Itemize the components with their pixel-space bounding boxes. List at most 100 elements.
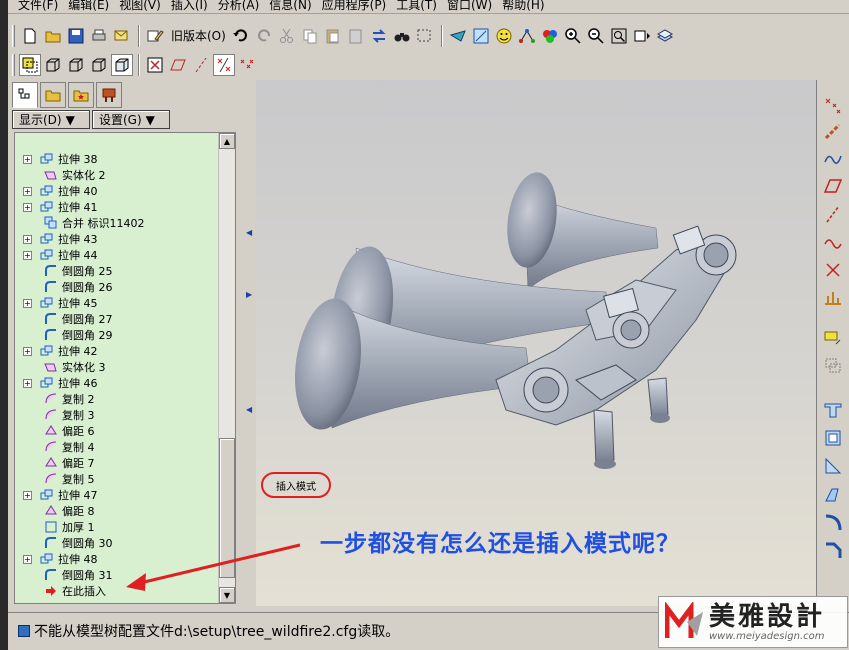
scroll-thumb[interactable] — [219, 438, 235, 578]
expand-icon[interactable]: + — [23, 554, 32, 564]
find-button[interactable] — [391, 25, 413, 47]
expand-icon[interactable]: + — [23, 202, 32, 212]
tree-item[interactable]: + 拉伸 44 — [15, 247, 215, 263]
graphics-window[interactable]: 插入模式 一步都没有怎么还是插入模式呢？ — [256, 80, 816, 606]
show-dropdown[interactable]: 显示(D) ▼ — [12, 110, 90, 129]
rib-tool[interactable] — [821, 454, 845, 478]
tab-connections[interactable] — [96, 82, 122, 108]
tree-item[interactable]: + 拉伸 43 — [15, 231, 215, 247]
expand-icon[interactable]: + — [23, 154, 32, 164]
menu-item[interactable]: 视图(V) — [115, 0, 165, 13]
menu-item[interactable]: 帮助(H) — [498, 0, 548, 13]
tree-item[interactable]: + 拉伸 46 — [15, 375, 215, 391]
menu-item[interactable]: 文件(F) — [14, 0, 62, 13]
menu-item[interactable]: 信息(N) — [265, 0, 315, 13]
view-orient-button[interactable] — [470, 25, 492, 47]
refit-button[interactable] — [608, 25, 630, 47]
insert-here-marker[interactable]: 在此插入 — [15, 583, 215, 599]
tree-item[interactable]: 偏距 8 — [15, 503, 215, 519]
open-file-button[interactable] — [42, 25, 64, 47]
tree-item[interactable]: + 拉伸 48 — [15, 551, 215, 567]
menu-item[interactable]: 窗口(W) — [443, 0, 496, 13]
redo-button[interactable] — [253, 25, 275, 47]
tree-item[interactable]: 倒圆角 30 — [15, 535, 215, 551]
collapse-arrow-icon[interactable]: ◀ — [246, 405, 252, 414]
chain-tool[interactable] — [821, 120, 845, 144]
datum-display-button[interactable] — [516, 25, 538, 47]
select-box-button[interactable] — [414, 25, 436, 47]
tree-item[interactable]: 合并 标识11402 — [15, 215, 215, 231]
tree-item[interactable]: 倒圆角 31 — [15, 567, 215, 583]
new-file-button[interactable] — [19, 25, 41, 47]
copy-button[interactable] — [299, 25, 321, 47]
menu-item[interactable]: 分析(A) — [214, 0, 264, 13]
shading-button[interactable] — [111, 53, 133, 76]
expand-icon[interactable]: + — [23, 234, 32, 244]
expand-icon[interactable]: + — [23, 490, 32, 500]
tree-item[interactable]: + 拉伸 38 — [15, 151, 215, 167]
draft-tool[interactable] — [821, 482, 845, 506]
model-tree-scrollbar[interactable]: ▲ ▼ — [218, 133, 235, 603]
zoom-in-button[interactable] — [562, 25, 584, 47]
saved-views-button[interactable] — [631, 25, 653, 47]
datum-planes-button[interactable] — [144, 54, 166, 76]
curve-tool[interactable] — [821, 146, 845, 170]
expand-icon[interactable]: + — [23, 250, 32, 260]
sketch-curve-tool[interactable] — [821, 230, 845, 254]
tab-favorites[interactable] — [68, 82, 94, 108]
color-button[interactable] — [539, 25, 561, 47]
print-button[interactable] — [88, 25, 110, 47]
menu-item[interactable]: 插入(I) — [167, 0, 212, 13]
tree-item[interactable]: 倒圆角 25 — [15, 263, 215, 279]
expand-icon[interactable]: + — [23, 298, 32, 308]
regenerate-model-button[interactable] — [368, 25, 390, 47]
menu-item[interactable]: 应用程序(P) — [318, 0, 391, 13]
tree-item[interactable]: 加厚 1 — [15, 519, 215, 535]
scroll-down-button[interactable]: ▼ — [219, 587, 235, 603]
tree-item[interactable]: + 拉伸 45 — [15, 295, 215, 311]
menu-item[interactable]: 工具(T) — [392, 0, 441, 13]
datum-axes-button[interactable] — [167, 54, 189, 76]
paste-special-button[interactable] — [345, 25, 367, 47]
tree-item[interactable]: 倒圆角 26 — [15, 279, 215, 295]
layer-button[interactable] — [654, 25, 676, 47]
tree-item[interactable]: + 拉伸 47 — [15, 487, 215, 503]
tree-item[interactable]: 复制 4 — [15, 439, 215, 455]
csys-button[interactable] — [213, 53, 235, 76]
round-tool[interactable] — [821, 510, 845, 534]
hidden-line-button[interactable] — [65, 54, 87, 76]
model-display-button[interactable] — [19, 53, 41, 76]
tree-item[interactable]: 复制 3 — [15, 407, 215, 423]
tree-item[interactable]: 实体化 2 — [15, 167, 215, 183]
toolbar-grip[interactable] — [12, 53, 15, 76]
cut-button[interactable] — [276, 25, 298, 47]
tree-item[interactable]: 偏距 6 — [15, 423, 215, 439]
tree-item[interactable]: + 拉伸 42 — [15, 343, 215, 359]
expand-icon[interactable]: + — [23, 378, 32, 388]
hole-tool[interactable] — [821, 398, 845, 422]
menu-item[interactable]: 编辑(E) — [64, 0, 113, 13]
plane-tool[interactable] — [821, 174, 845, 198]
coord-system-button[interactable] — [236, 54, 258, 76]
send-mail-button[interactable] — [111, 25, 133, 47]
expand-arrow-icon[interactable]: ▶ — [246, 290, 252, 299]
tree-item[interactable]: 偏距 7 — [15, 455, 215, 471]
expand-icon[interactable]: + — [23, 346, 32, 356]
wireframe-button[interactable] — [42, 54, 64, 76]
tree-item[interactable]: + 拉伸 40 — [15, 183, 215, 199]
chamfer-tool[interactable] — [821, 538, 845, 562]
datum-points-button[interactable] — [190, 54, 212, 76]
scroll-up-button[interactable]: ▲ — [219, 133, 235, 149]
extrude-tool[interactable] — [821, 354, 845, 378]
analysis-tool[interactable] — [821, 286, 845, 310]
tree-item[interactable]: 实体化 3 — [15, 359, 215, 375]
zoom-out-button[interactable] — [585, 25, 607, 47]
appearance-button[interactable] — [493, 25, 515, 47]
sketch-tool[interactable] — [821, 326, 845, 350]
csys-tool[interactable] — [821, 258, 845, 282]
regenerate-button[interactable] — [144, 25, 166, 47]
settings-dropdown[interactable]: 设置(G) ▼ — [92, 110, 170, 129]
undo-button[interactable] — [230, 25, 252, 47]
expand-icon[interactable]: + — [23, 186, 32, 196]
tree-item[interactable]: + 拉伸 41 — [15, 199, 215, 215]
